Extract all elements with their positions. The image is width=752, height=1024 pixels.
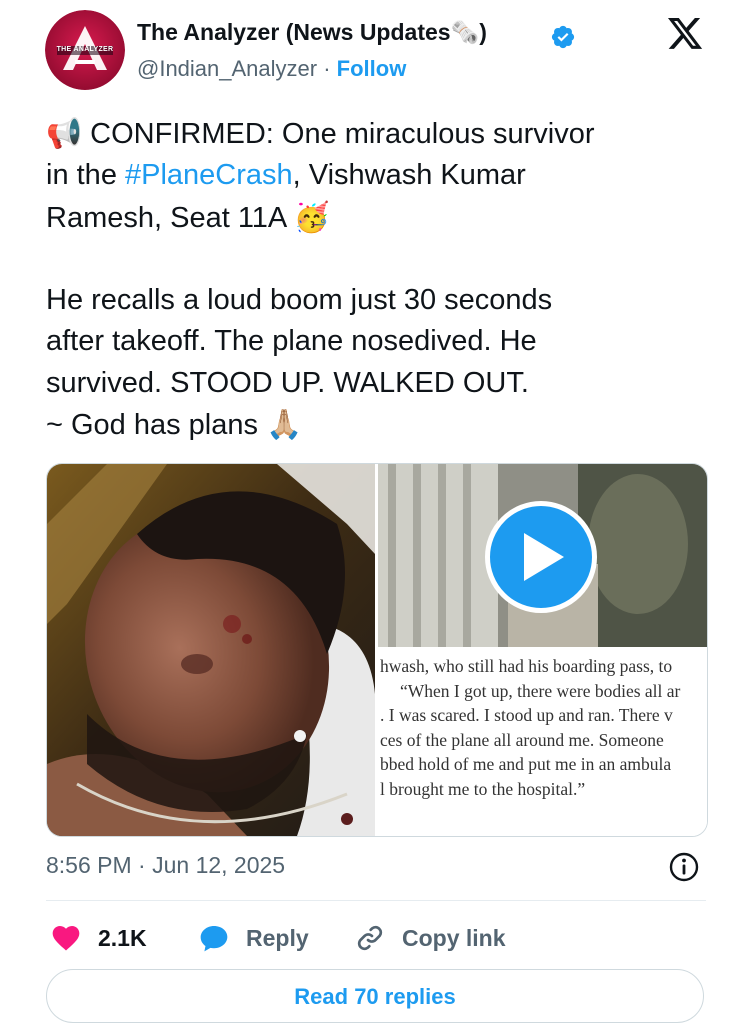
avatar-logo-text: THE ANALYZER xyxy=(56,46,114,53)
reply-label: Reply xyxy=(246,924,309,951)
video-card[interactable]: hwash, who still had his boarding pass, … xyxy=(378,464,707,836)
copy-link-button[interactable]: Copy link xyxy=(354,920,506,956)
x-logo-icon[interactable] xyxy=(666,17,704,53)
survivor-photo[interactable] xyxy=(47,464,375,836)
article-line: bbed hold of me and put me in an ambula xyxy=(380,754,672,774)
like-count: 2.1K xyxy=(98,924,147,951)
speech-bubble-icon xyxy=(200,926,228,952)
folded-hands-emoji: 🙏🏼 xyxy=(266,407,303,442)
newspaper-emoji: 🗞️ xyxy=(450,20,480,46)
megaphone-emoji: 📢 xyxy=(46,116,83,150)
party-face-emoji: 🥳 xyxy=(293,199,330,234)
reply-button[interactable]: Reply xyxy=(198,920,309,956)
author-display-name[interactable]: The Analyzer (News Updates🗞️) xyxy=(137,19,487,46)
tweet-timestamp[interactable]: 8:56 PM · Jun 12, 2025 xyxy=(46,852,285,879)
info-icon[interactable] xyxy=(668,851,700,883)
play-button[interactable] xyxy=(485,501,597,613)
article-line: “When I got up, there were bodies all ar xyxy=(400,680,681,701)
author-handle-line: @Indian_Analyzer · Follow xyxy=(137,56,406,82)
divider xyxy=(46,900,706,901)
tweet-line-1: CONFIRMED: One miraculous survivor xyxy=(82,118,595,150)
author-handle[interactable]: @Indian_Analyzer xyxy=(137,56,317,81)
link-icon xyxy=(357,925,383,951)
follow-button[interactable]: Follow xyxy=(337,56,407,81)
verified-badge-icon xyxy=(551,25,575,49)
article-line: . I was scared. I stood up and ran. Ther… xyxy=(380,705,673,725)
tweet-text: 📢 CONFIRMED: One miraculous survivor in … xyxy=(46,113,706,446)
heart-icon xyxy=(52,926,80,951)
article-line: l brought me to the hospital.” xyxy=(380,778,586,799)
read-replies-button[interactable]: Read 70 replies xyxy=(46,969,704,1023)
survivor-photo-image xyxy=(47,464,375,836)
author-name-suffix: ) xyxy=(479,19,487,45)
play-icon xyxy=(524,533,564,581)
article-excerpt: hwash, who still had his boarding pass, … xyxy=(380,654,707,801)
handle-separator: · xyxy=(317,56,337,81)
article-line: ces of the plane all around me. Someone xyxy=(380,729,664,750)
tweet-line-2-prefix: in the xyxy=(46,159,125,192)
hashtag-link[interactable]: #PlaneCrash xyxy=(125,159,293,191)
like-button[interactable]: 2.1K xyxy=(50,920,147,956)
media-grid: hwash, who still had his boarding pass, … xyxy=(46,463,708,837)
avatar[interactable]: THE ANALYZER xyxy=(45,10,125,90)
tweet-line-2-suffix: , Vishwash Kumar xyxy=(292,159,526,192)
author-name-text: The Analyzer (News Updates xyxy=(137,19,451,45)
article-line: hwash, who still had his boarding pass, … xyxy=(380,656,673,676)
tweet-line-3: Ramesh, Seat 11A xyxy=(46,201,294,234)
copy-link-label: Copy link xyxy=(402,924,506,951)
